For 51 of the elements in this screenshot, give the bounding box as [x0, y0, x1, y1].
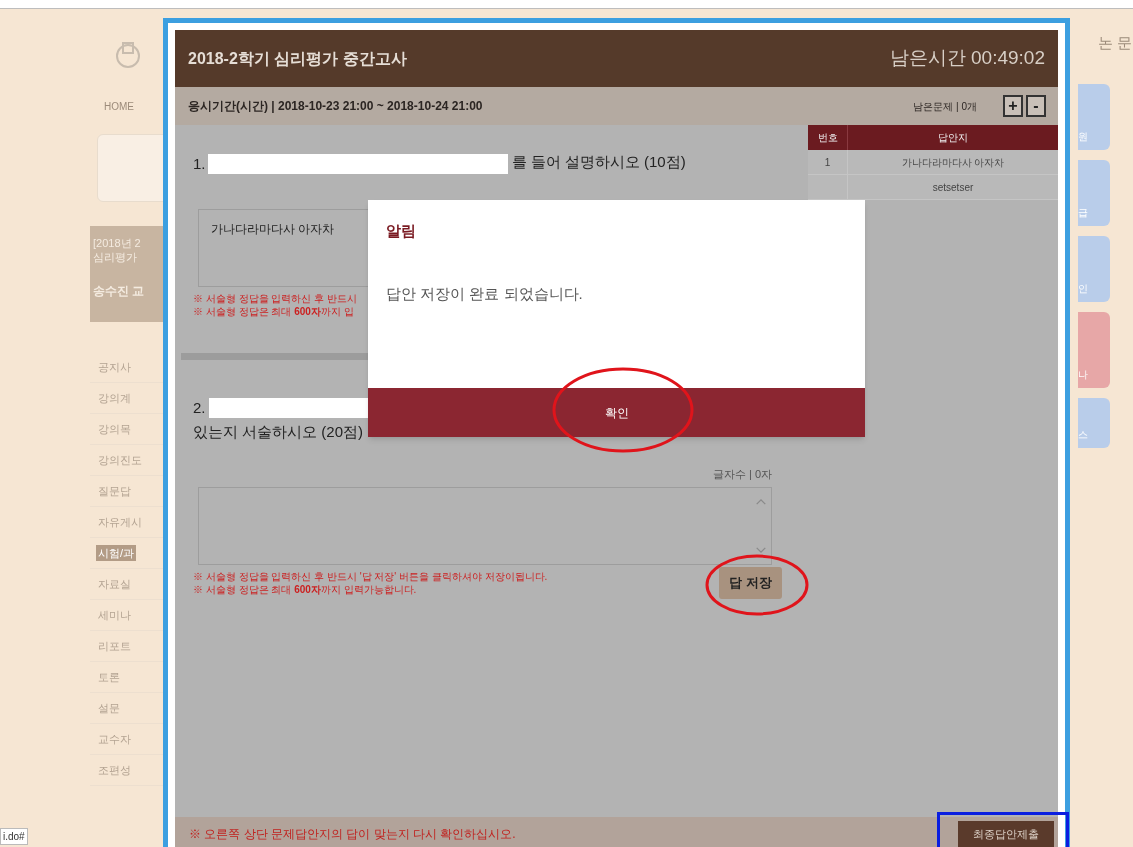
exam-title: 2018-2학기 심리평가 중간고사 [188, 48, 407, 69]
status-bar-url: i.do# [0, 828, 28, 845]
menu-item[interactable]: 교수자 [96, 730, 133, 748]
answer-textarea[interactable] [198, 487, 772, 565]
side-shortcut[interactable]: 급 [1078, 160, 1110, 226]
remaining-count: 남은문제 | 0개 [913, 99, 977, 114]
notice-text: ※ 서술형 정답을 입력하신 후 반드시 [193, 292, 357, 305]
column-header: 답안지 [937, 131, 969, 145]
menu-item[interactable]: 질문답 [96, 482, 133, 500]
dialog-title: 알림 [386, 221, 417, 241]
table-cell-text: 1 [824, 155, 831, 170]
menu-item[interactable]: 세미나 [96, 606, 133, 624]
notice-text: ※ 서술형 정답은 최대 600자까지 입 [193, 305, 355, 318]
table-cell-text: setsetser [932, 180, 974, 195]
save-answer-button[interactable]: 답 저장 [719, 567, 782, 599]
question-text: 있는지 서술하시오 (20점) [193, 422, 363, 442]
timer-text: 남은시간 00:49:02 [889, 46, 1045, 71]
side-shortcut[interactable]: 나 [1078, 312, 1110, 388]
table-cell-text: 가나다라마다사 아자차 [901, 155, 1005, 170]
course-title: 심리평가 [93, 250, 138, 264]
menu-item[interactable]: 리포트 [96, 637, 133, 655]
menu-item[interactable]: 강의진도 [96, 451, 144, 469]
exam-period: 응시기간(시간) | 2018-10-23 21:00 ~ 2018-10-24 21:00 [188, 98, 483, 115]
menu-item[interactable]: 자유게시 [96, 513, 144, 531]
char-count: 글자수 | 0자 [712, 466, 772, 482]
question-number: 1. [193, 153, 206, 174]
menu-item[interactable]: 조편성 [96, 761, 133, 779]
menu-item[interactable]: 강의목 [96, 420, 133, 438]
menu-item[interactable]: 자료실 [96, 575, 133, 593]
question-text: 를 들어 설명하시오 (10점) [511, 152, 686, 172]
question-number: 2. [193, 397, 206, 418]
side-shortcut[interactable]: 원 [1078, 84, 1110, 150]
professor-name: 송수진 교 [93, 283, 146, 300]
zoom-button[interactable]: + [1003, 95, 1023, 117]
menu-item[interactable]: 토론 [96, 668, 122, 686]
confirm-button[interactable]: 확인 [368, 388, 865, 437]
submit-button[interactable]: 최종답안제출 [958, 821, 1054, 847]
nav-link[interactable]: 논 문 [1098, 32, 1133, 55]
notice-text: ※ 서술형 정답은 최대 600자까지 입력가능합니다. [193, 583, 418, 596]
menu-item[interactable]: 시험/과 [96, 544, 137, 562]
menu-item[interactable]: 공지사 [96, 358, 133, 376]
answer-text: 가나다라마다사 아자차 [211, 221, 335, 238]
zoom-button[interactable]: - [1026, 95, 1046, 117]
menu-item[interactable]: 설문 [96, 699, 122, 717]
menu-item[interactable]: 강의계 [96, 389, 133, 407]
footer-note: ※ 오른쪽 상단 문제답안지의 답이 맞는지 다시 확인하십시오. [189, 826, 516, 843]
notice-text: ※ 서술형 정답을 입력하신 후 반드시 '답 저장' 버튼을 클릭하셔야 저장이됩니다. [193, 570, 548, 583]
logo-icon [115, 39, 141, 69]
course-title: [2018년 2 [93, 236, 142, 250]
dialog-message: 답안 저장이 완료 되었습니다. [386, 283, 584, 304]
home-link[interactable]: HOME [104, 99, 134, 114]
